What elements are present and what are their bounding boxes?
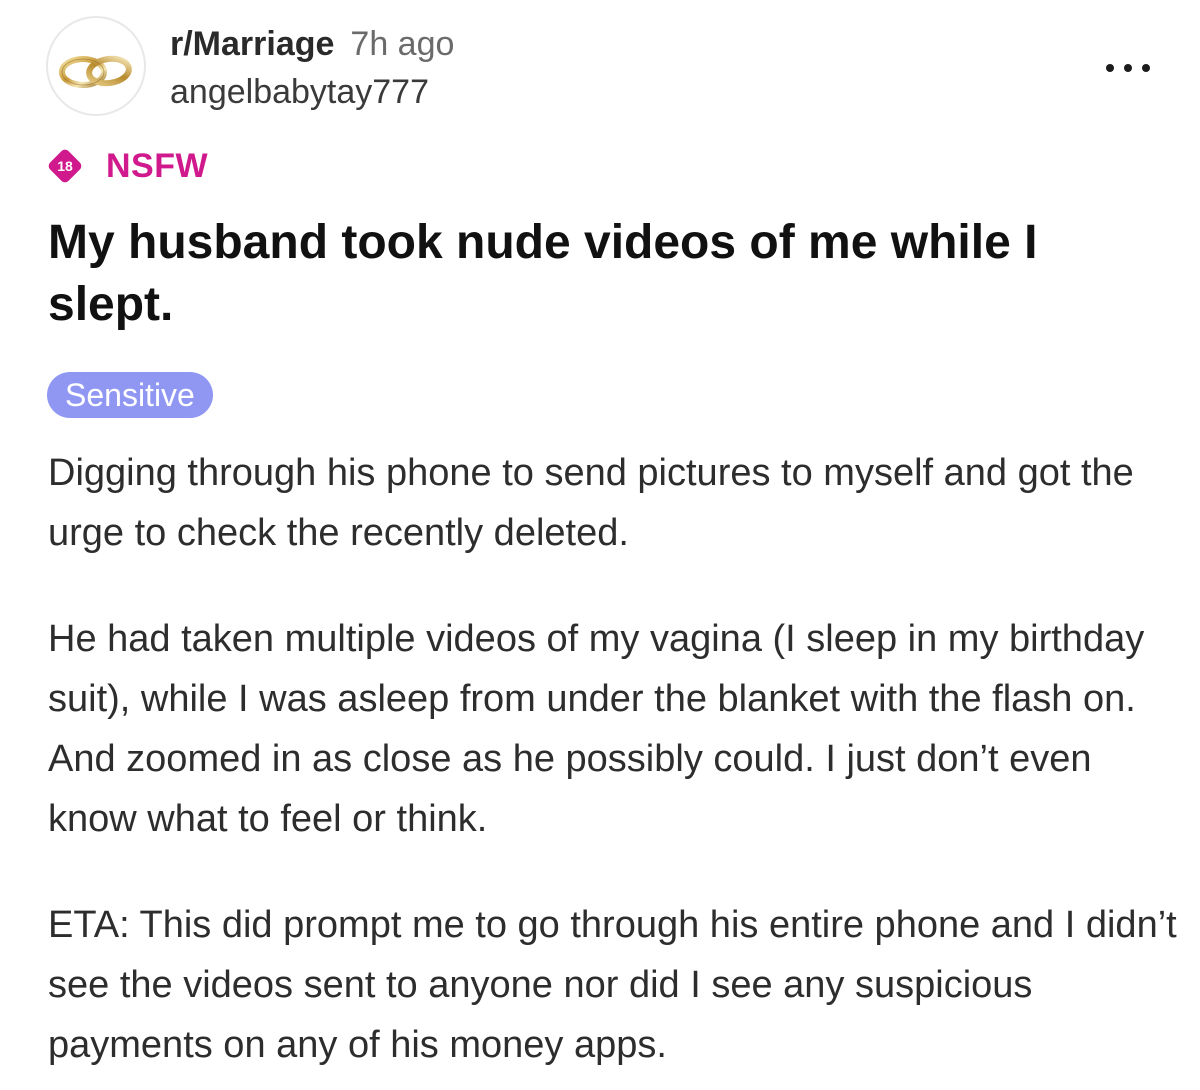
post-timestamp: 7h ago bbox=[350, 25, 455, 63]
author-username[interactable]: angelbabytay777 bbox=[170, 72, 454, 112]
nsfw-tag: 18 NSFW bbox=[46, 146, 208, 186]
nsfw-label: NSFW bbox=[106, 146, 209, 185]
nsfw-badge-text: 18 bbox=[57, 158, 73, 174]
post-body: Digging through his phone to send pictur… bbox=[48, 443, 1178, 1075]
more-dots-icon bbox=[1142, 64, 1150, 72]
more-dots-icon bbox=[1106, 64, 1114, 72]
body-paragraph: ETA: This did prompt me to go through hi… bbox=[48, 904, 1177, 1066]
post-title[interactable]: My husband took nude videos of me while … bbox=[48, 212, 1168, 336]
subreddit-name[interactable]: r/Marriage bbox=[170, 25, 334, 63]
post-card: r/Marriage 7h ago angelbabytay777 18 NSFW… bbox=[0, 0, 1200, 1090]
body-paragraph: Digging through his phone to send pictur… bbox=[48, 452, 1134, 554]
subreddit-avatar[interactable] bbox=[46, 16, 146, 116]
more-options-button[interactable] bbox=[1106, 56, 1150, 80]
post-meta: r/Marriage 7h ago angelbabytay777 bbox=[170, 24, 454, 112]
meta-line: r/Marriage 7h ago bbox=[170, 24, 454, 64]
more-dots-icon bbox=[1124, 64, 1132, 72]
post-header: r/Marriage 7h ago angelbabytay777 bbox=[46, 16, 1160, 126]
body-paragraph: He had taken multiple videos of my vagin… bbox=[48, 618, 1145, 840]
post-flair[interactable]: Sensitive bbox=[47, 372, 213, 418]
nsfw-18-icon: 18 bbox=[46, 147, 84, 185]
wedding-rings-icon bbox=[59, 55, 132, 88]
